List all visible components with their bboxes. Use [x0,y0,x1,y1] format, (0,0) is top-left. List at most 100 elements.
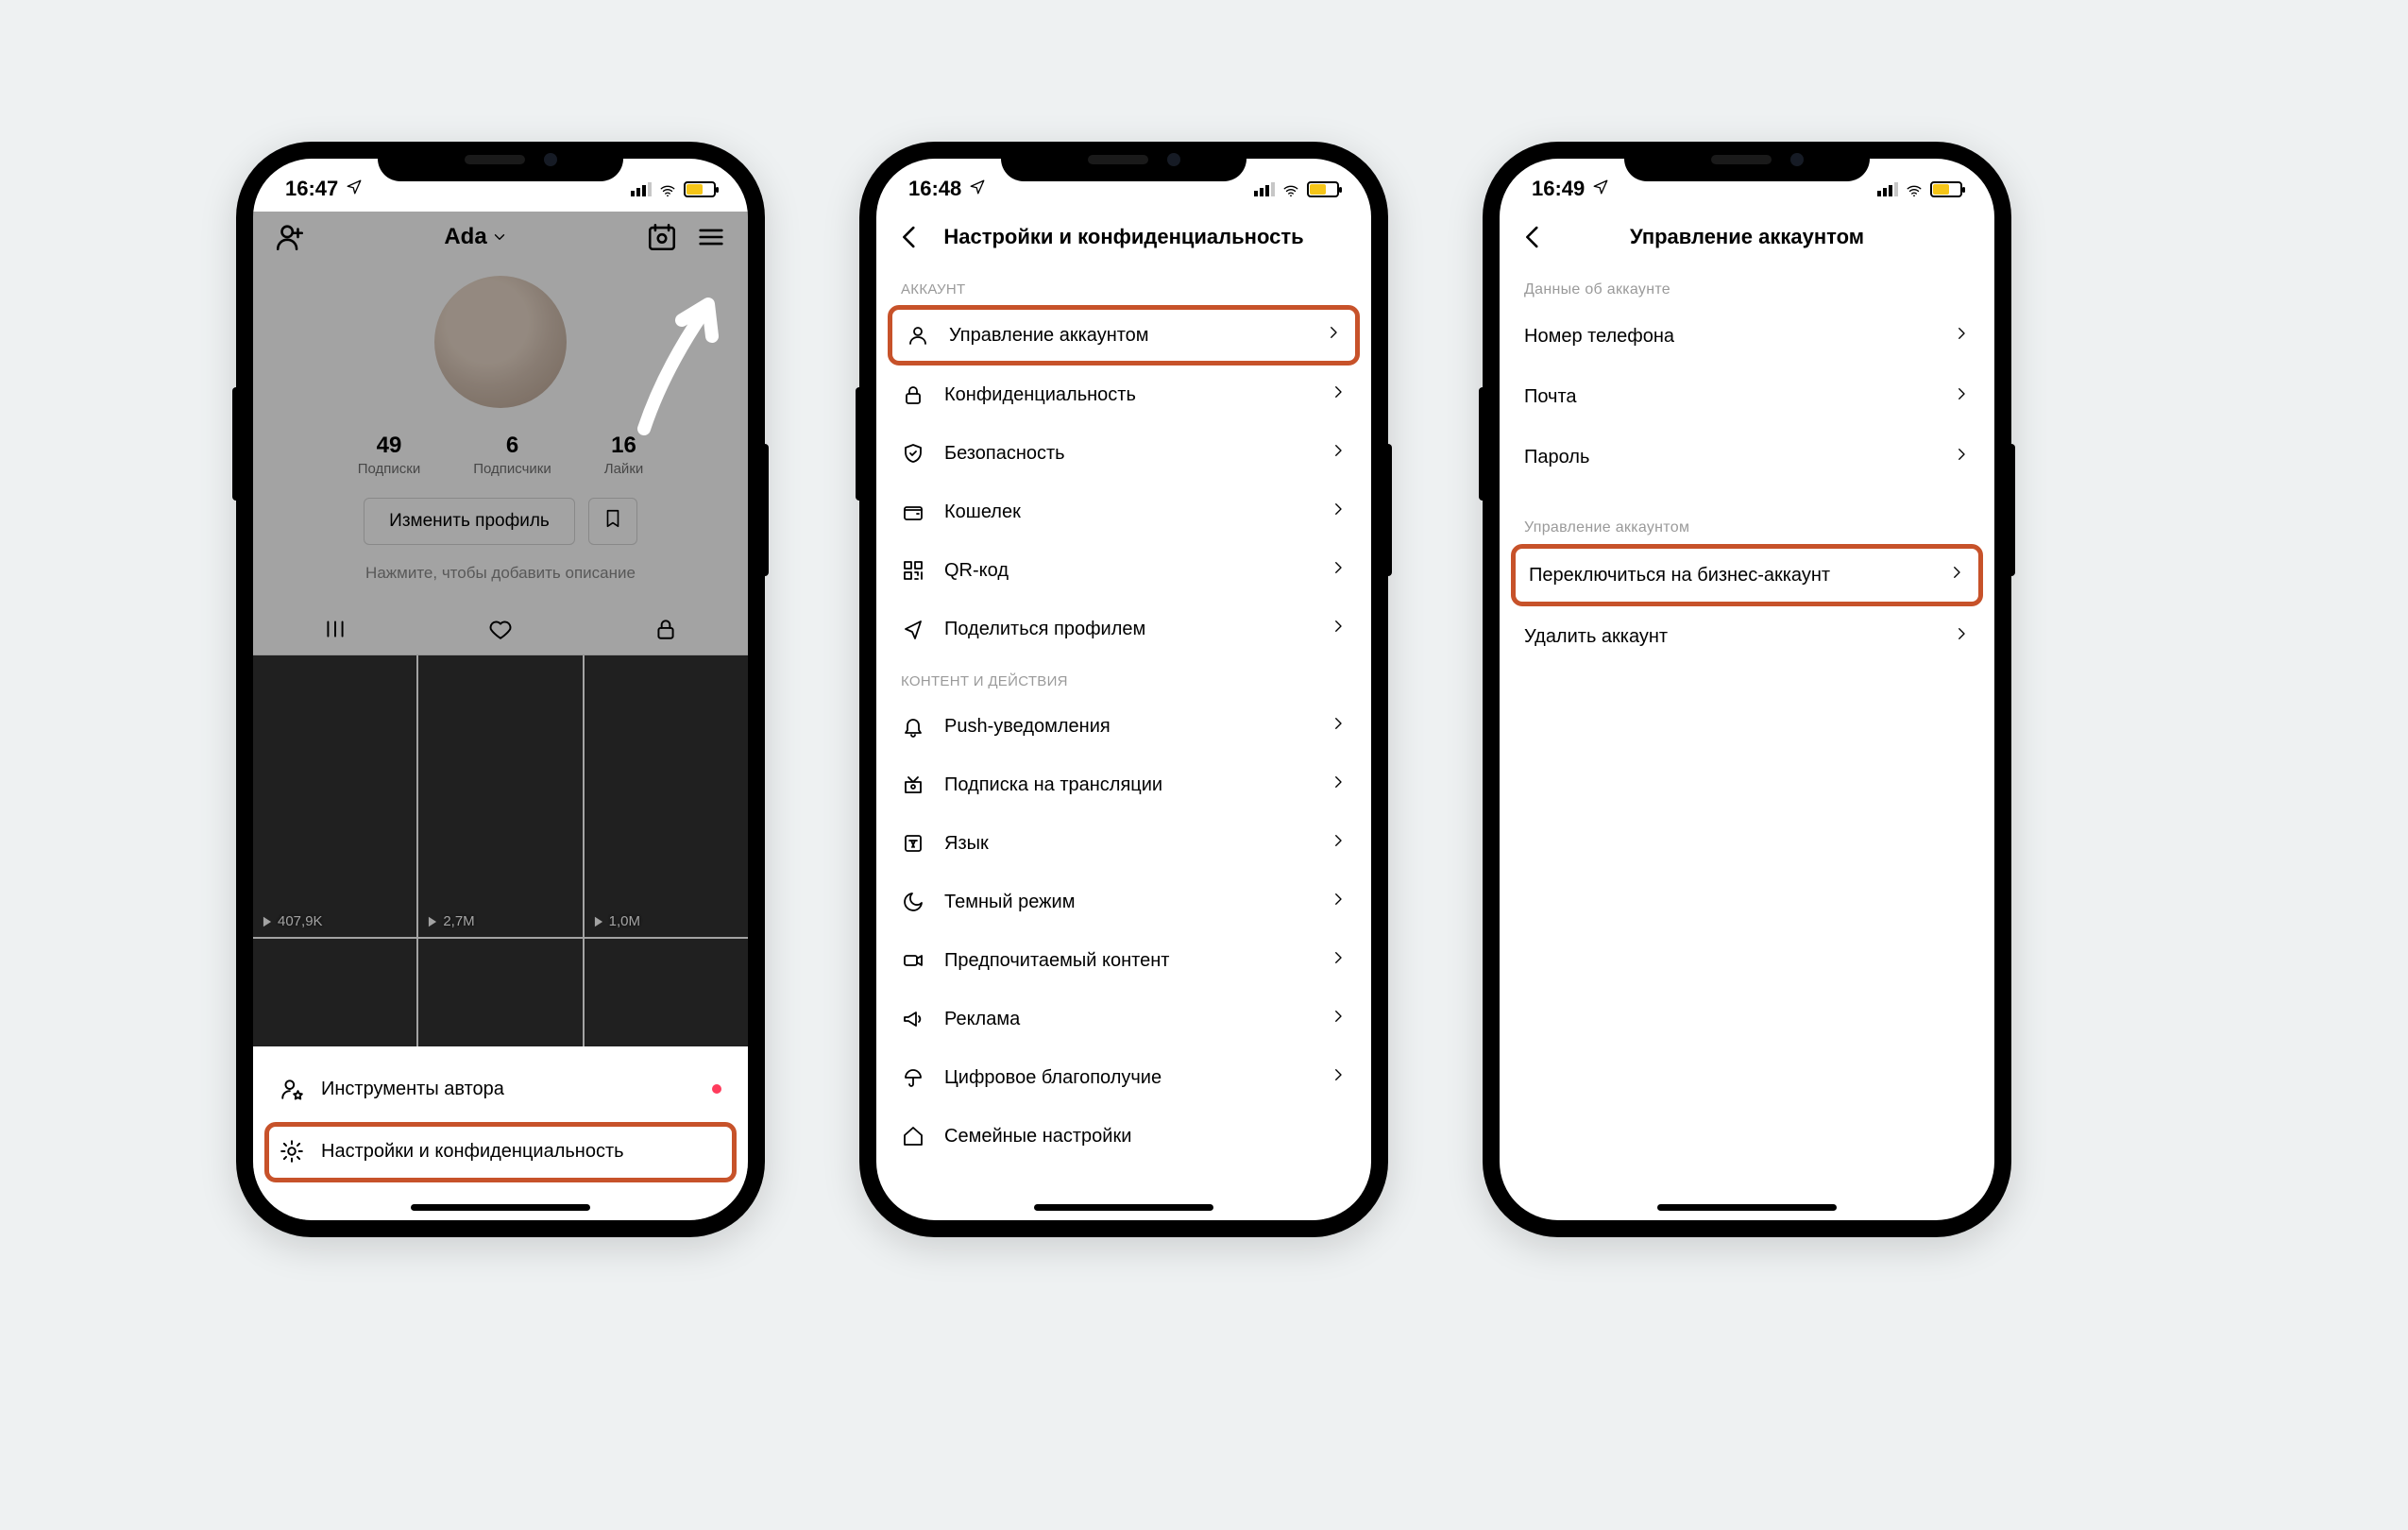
status-time: 16:48 [908,177,961,201]
umbrella-icon [901,1065,925,1090]
security-row[interactable]: Безопасность [876,424,1371,483]
location-icon [346,177,363,201]
lock-icon [901,382,925,407]
battery-icon [684,181,716,197]
row-label: Пароль [1524,447,1589,468]
creator-tools-label: Инструменты автора [321,1079,504,1100]
password-row[interactable]: Пароль [1500,427,1994,487]
row-label: Push-уведомления [944,716,1111,738]
signal-icon [631,181,652,196]
language-icon [901,831,925,856]
video-icon [901,948,925,973]
wallet-icon [901,500,925,524]
qr-icon [901,558,925,583]
chevron-right-icon [1330,501,1347,523]
family-row[interactable]: Семейные настройки [876,1107,1371,1165]
row-label: Безопасность [944,443,1065,465]
home-indicator[interactable] [1034,1204,1213,1211]
section-header-content: КОНТЕНТ И ДЕЙСТВИЯ [876,658,1371,697]
row-label: Удалить аккаунт [1524,626,1668,648]
row-label: Переключиться на бизнес-аккаунт [1529,565,1830,586]
moon-icon [901,890,925,914]
wifi-icon [1904,180,1925,197]
wallet-row[interactable]: Кошелек [876,483,1371,541]
row-label: Язык [944,833,989,855]
row-label: Предпочитаемый контент [944,950,1169,972]
megaphone-icon [901,1007,925,1031]
row-label: QR-код [944,560,1009,582]
section-header-info: Данные об аккаунте [1500,266,1994,306]
status-time: 16:47 [285,177,338,201]
person-star-icon [280,1077,304,1101]
home-indicator[interactable] [1657,1204,1837,1211]
signal-icon [1254,181,1275,196]
chevron-right-icon [1330,559,1347,582]
signal-icon [1877,181,1898,196]
location-icon [1592,177,1609,201]
chevron-right-icon [1953,385,1970,408]
darkmode-row[interactable]: Темный режим [876,873,1371,931]
chevron-right-icon [1330,442,1347,465]
settings-privacy-row[interactable]: Настройки и конфиденциальность [253,1120,748,1182]
row-label: Поделиться профилем [944,619,1145,640]
chevron-right-icon [1325,324,1342,347]
chevron-right-icon [1330,383,1347,406]
wifi-icon [1280,180,1301,197]
chevron-right-icon [1953,625,1970,648]
qr-row[interactable]: QR-код [876,541,1371,600]
chevron-right-icon [1330,774,1347,796]
row-label: Реклама [944,1009,1020,1030]
bell-icon [901,714,925,739]
manage-account-row[interactable]: Управление аккаунтом [892,310,1355,361]
live-icon [901,773,925,797]
page-title: Настройки и конфиденциальность [876,225,1371,249]
home-indicator[interactable] [411,1204,590,1211]
privacy-row[interactable]: Конфиденциальность [876,366,1371,424]
language-row[interactable]: Язык [876,814,1371,873]
status-time: 16:49 [1532,177,1585,201]
chevron-right-icon [1330,832,1347,855]
wellbeing-row[interactable]: Цифровое благополучие [876,1048,1371,1107]
delete-account-row[interactable]: Удалить аккаунт [1500,606,1994,667]
switch-business-row[interactable]: Переключиться на бизнес-аккаунт [1516,549,1978,602]
settings-label: Настройки и конфиденциальность [321,1141,624,1163]
bottom-sheet: Инструменты автора Настройки и конфиденц… [253,1046,748,1220]
back-button[interactable] [1517,221,1549,253]
live-sub-row[interactable]: Подписка на трансляции [876,756,1371,814]
chevron-right-icon [1330,1066,1347,1089]
row-label: Управление аккаунтом [949,325,1149,347]
location-icon [969,177,986,201]
section-header-mgmt: Управление аккаунтом [1500,504,1994,544]
chevron-right-icon [1330,949,1347,972]
share-row[interactable]: Поделиться профилем [876,600,1371,658]
row-label: Конфиденциальность [944,384,1136,406]
home-icon [901,1124,925,1148]
chevron-right-icon [1330,715,1347,738]
chevron-right-icon [1330,618,1347,640]
phone-number-row[interactable]: Номер телефона [1500,306,1994,366]
page-title: Управление аккаунтом [1500,225,1994,249]
row-label: Почта [1524,386,1577,408]
section-header-account: АККАУНТ [876,266,1371,305]
notification-dot-icon [712,1084,721,1094]
chevron-right-icon [1953,446,1970,468]
row-label: Темный режим [944,892,1075,913]
chevron-right-icon [1330,1008,1347,1030]
battery-icon [1930,181,1962,197]
row-label: Номер телефона [1524,326,1674,348]
shield-icon [901,441,925,466]
highlight-box: Управление аккаунтом [888,305,1360,366]
back-button[interactable] [893,221,925,253]
row-label: Семейные настройки [944,1126,1131,1148]
creator-tools-row[interactable]: Инструменты автора [253,1058,748,1120]
chevron-right-icon [1948,564,1965,586]
battery-icon [1307,181,1339,197]
phone-settings: 16:48 Настройки и конфиденциальность АКК… [859,142,1388,1237]
email-row[interactable]: Почта [1500,366,1994,427]
chevron-right-icon [1330,891,1347,913]
push-row[interactable]: Push-уведомления [876,697,1371,756]
share-icon [901,617,925,641]
ads-row[interactable]: Реклама [876,990,1371,1048]
wifi-icon [657,180,678,197]
content-pref-row[interactable]: Предпочитаемый контент [876,931,1371,990]
